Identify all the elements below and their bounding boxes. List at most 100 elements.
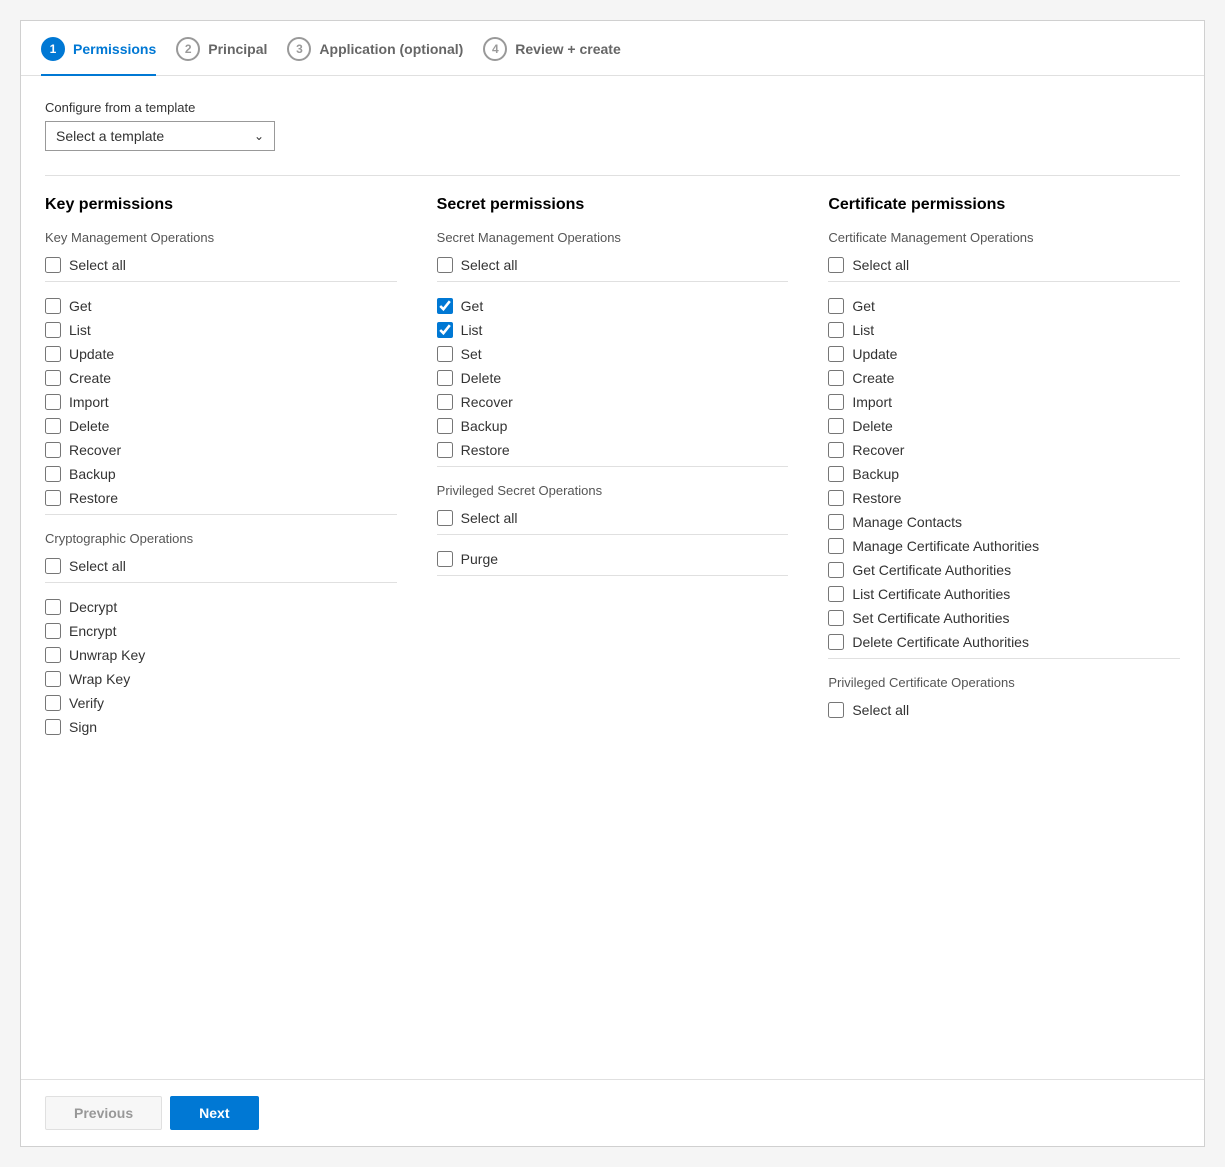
- priv-secret-select-all-label: Select all: [461, 510, 518, 526]
- key-get-checkbox[interactable]: [45, 298, 61, 314]
- main-content: Configure from a template Select a templ…: [21, 76, 1204, 1079]
- key-wrap-checkbox[interactable]: [45, 671, 61, 687]
- cert-select-all-checkbox[interactable]: [828, 257, 844, 273]
- list-item: Create: [45, 366, 397, 390]
- cert-delete-checkbox[interactable]: [828, 418, 844, 434]
- key-unwrap-checkbox[interactable]: [45, 647, 61, 663]
- secret-restore-label: Restore: [461, 442, 510, 458]
- template-dropdown[interactable]: Select a template ⌄: [45, 121, 275, 151]
- secret-get-checkbox[interactable]: [437, 298, 453, 314]
- secret-purge-checkbox[interactable]: [437, 551, 453, 567]
- list-item: Delete Certificate Authorities: [828, 630, 1180, 654]
- cert-restore-label: Restore: [852, 490, 901, 506]
- tab-review[interactable]: 4 Review + create: [483, 37, 640, 75]
- cert-list-ca-checkbox[interactable]: [828, 586, 844, 602]
- cert-manage-contacts-checkbox[interactable]: [828, 514, 844, 530]
- wizard-tabs: 1 Permissions 2 Principal 3 Application …: [21, 21, 1204, 76]
- secret-backup-checkbox[interactable]: [437, 418, 453, 434]
- list-item: Get: [45, 294, 397, 318]
- key-recover-label: Recover: [69, 442, 121, 458]
- secret-delete-label: Delete: [461, 370, 501, 386]
- secret-list-label: List: [461, 322, 483, 338]
- cert-backup-checkbox[interactable]: [828, 466, 844, 482]
- cert-recover-checkbox[interactable]: [828, 442, 844, 458]
- key-create-checkbox[interactable]: [45, 370, 61, 386]
- key-import-checkbox[interactable]: [45, 394, 61, 410]
- cert-delete-ca-label: Delete Certificate Authorities: [852, 634, 1029, 650]
- key-encrypt-checkbox[interactable]: [45, 623, 61, 639]
- list-item: Select all: [45, 253, 397, 277]
- list-item: Verify: [45, 691, 397, 715]
- cert-update-checkbox[interactable]: [828, 346, 844, 362]
- list-item: Restore: [828, 486, 1180, 510]
- list-item: Delete: [45, 414, 397, 438]
- privileged-cert-list: Select all: [828, 698, 1180, 722]
- crypto-select-all-checkbox[interactable]: [45, 558, 61, 574]
- secret-select-all-checkbox[interactable]: [437, 257, 453, 273]
- priv-secret-select-all-checkbox[interactable]: [437, 510, 453, 526]
- key-permissions-column: Key permissions Key Management Operation…: [45, 196, 397, 743]
- cert-restore-checkbox[interactable]: [828, 490, 844, 506]
- secret-restore-checkbox[interactable]: [437, 442, 453, 458]
- list-item: Set: [437, 342, 789, 366]
- key-verify-checkbox[interactable]: [45, 695, 61, 711]
- secret-permissions-title: Secret permissions: [437, 196, 789, 214]
- list-item: Sign: [45, 715, 397, 739]
- section-divider: [45, 175, 1180, 176]
- key-backup-checkbox[interactable]: [45, 466, 61, 482]
- tab-application[interactable]: 3 Application (optional): [287, 37, 483, 75]
- key-select-all-checkbox[interactable]: [45, 257, 61, 273]
- list-item: Select all: [437, 506, 789, 530]
- key-management-list: Select all Get List Update: [45, 253, 397, 510]
- tab-principal[interactable]: 2 Principal: [176, 37, 287, 75]
- wizard-footer: Previous Next: [21, 1079, 1204, 1146]
- previous-button[interactable]: Previous: [45, 1096, 162, 1130]
- cert-list-checkbox[interactable]: [828, 322, 844, 338]
- crypto-select-all-label: Select all: [69, 558, 126, 574]
- cert-set-ca-checkbox[interactable]: [828, 610, 844, 626]
- cert-delete-ca-checkbox[interactable]: [828, 634, 844, 650]
- list-item: Wrap Key: [45, 667, 397, 691]
- key-delete-checkbox[interactable]: [45, 418, 61, 434]
- secret-delete-checkbox[interactable]: [437, 370, 453, 386]
- cert-get-checkbox[interactable]: [828, 298, 844, 314]
- list-item: Get Certificate Authorities: [828, 558, 1180, 582]
- secret-set-checkbox[interactable]: [437, 346, 453, 362]
- tab-label-permissions: Permissions: [73, 41, 156, 57]
- secret-select-all-label: Select all: [461, 257, 518, 273]
- key-update-checkbox[interactable]: [45, 346, 61, 362]
- privileged-secret-list: Select all Purge: [437, 506, 789, 571]
- cert-recover-label: Recover: [852, 442, 904, 458]
- tab-permissions[interactable]: 1 Permissions: [41, 37, 176, 75]
- key-recover-checkbox[interactable]: [45, 442, 61, 458]
- secret-recover-checkbox[interactable]: [437, 394, 453, 410]
- list-item: Restore: [437, 438, 789, 462]
- cert-get-ca-checkbox[interactable]: [828, 562, 844, 578]
- key-verify-label: Verify: [69, 695, 104, 711]
- list-item: Select all: [828, 253, 1180, 277]
- key-select-all-label: Select all: [69, 257, 126, 273]
- next-button[interactable]: Next: [170, 1096, 258, 1130]
- priv-cert-select-all-checkbox[interactable]: [828, 702, 844, 718]
- key-decrypt-checkbox[interactable]: [45, 599, 61, 615]
- key-sign-label: Sign: [69, 719, 97, 735]
- key-list-checkbox[interactable]: [45, 322, 61, 338]
- secret-list-checkbox[interactable]: [437, 322, 453, 338]
- key-sign-checkbox[interactable]: [45, 719, 61, 735]
- cert-backup-label: Backup: [852, 466, 899, 482]
- list-item: Select all: [437, 253, 789, 277]
- list-item: Recover: [437, 390, 789, 414]
- cert-manage-ca-checkbox[interactable]: [828, 538, 844, 554]
- key-restore-checkbox[interactable]: [45, 490, 61, 506]
- list-item: Manage Certificate Authorities: [828, 534, 1180, 558]
- tab-circle-2: 2: [176, 37, 200, 61]
- cert-create-checkbox[interactable]: [828, 370, 844, 386]
- template-label: Configure from a template: [45, 100, 1180, 115]
- list-item: Select all: [828, 698, 1180, 722]
- cert-import-checkbox[interactable]: [828, 394, 844, 410]
- key-import-label: Import: [69, 394, 109, 410]
- tab-circle-4: 4: [483, 37, 507, 61]
- template-section: Configure from a template Select a templ…: [45, 100, 1180, 151]
- secret-management-section-title: Secret Management Operations: [437, 230, 789, 245]
- chevron-down-icon: ⌄: [254, 129, 264, 143]
